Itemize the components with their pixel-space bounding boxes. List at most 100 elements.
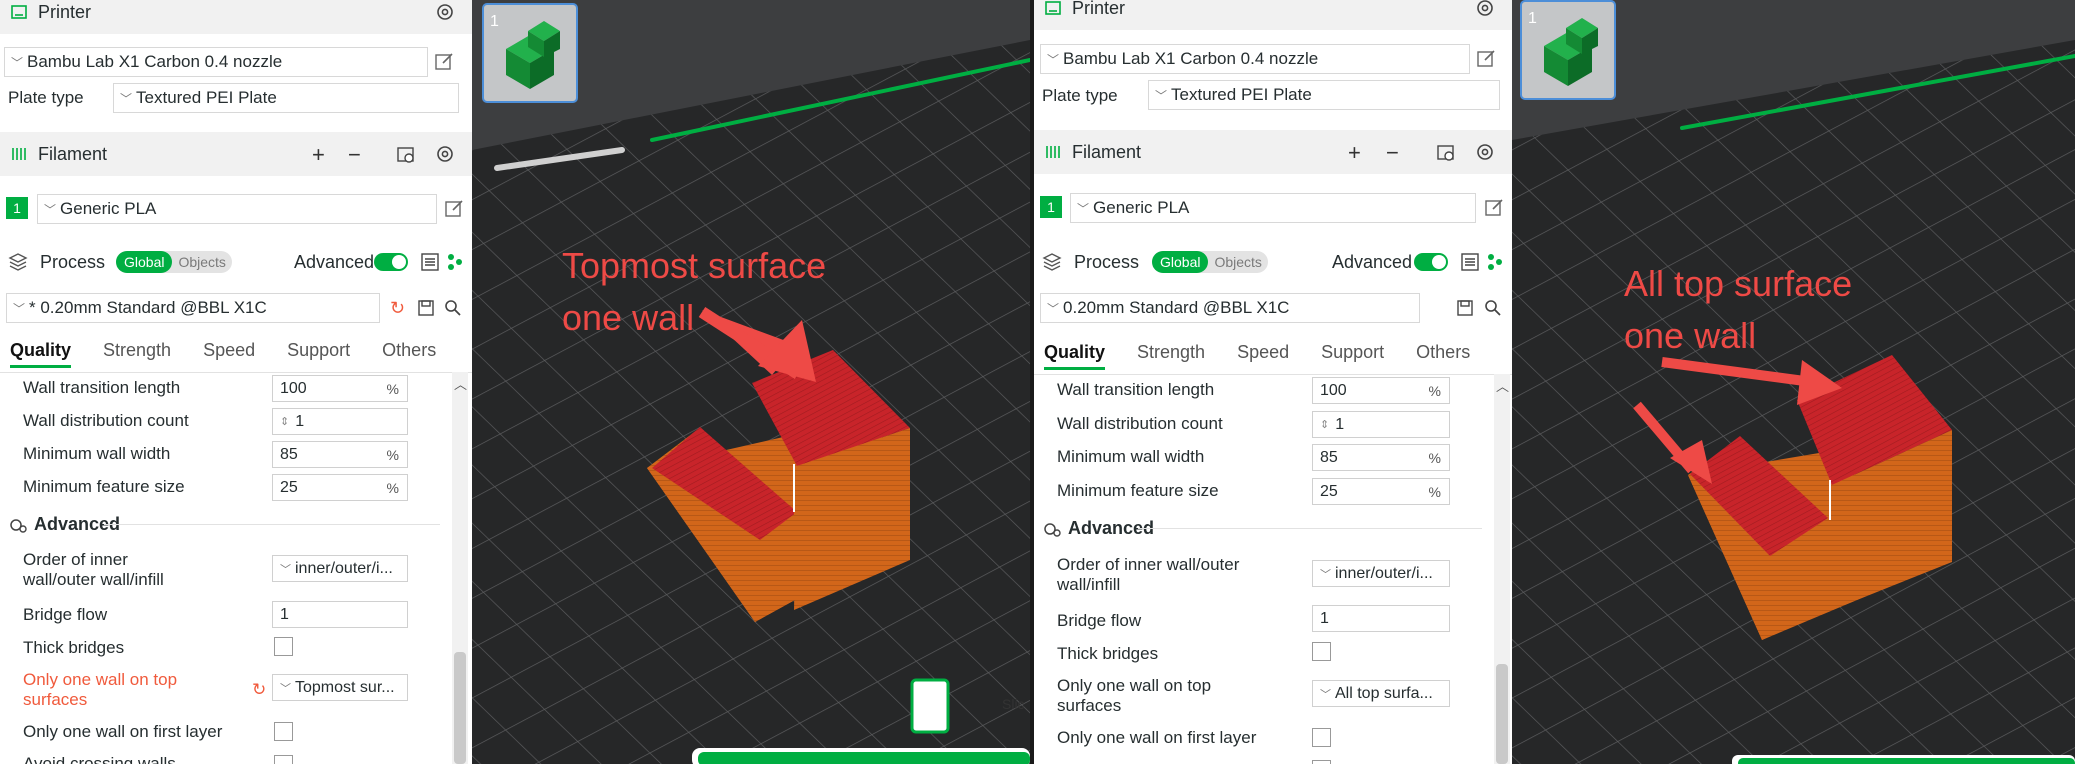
reset-preset-icon[interactable]: ↻ (390, 298, 405, 319)
plugin-icon[interactable] (446, 252, 464, 272)
wall-distribution-count-spinner[interactable]: ⇕ 1 (1312, 411, 1450, 438)
chevron-down-icon: ﹀ (1047, 52, 1060, 67)
filament-sync-icon[interactable] (396, 145, 416, 165)
compare-list-icon[interactable] (1460, 252, 1480, 272)
percent-unit: % (1428, 382, 1441, 399)
advanced-gear-icon (8, 515, 28, 535)
add-filament-icon[interactable]: + (1348, 140, 1361, 166)
thick-bridges-checkbox[interactable] (274, 637, 293, 656)
spinner-arrows-icon[interactable]: ⇕ (280, 415, 289, 428)
plugin-icon[interactable] (1486, 252, 1504, 272)
plate-thumbnail[interactable]: 1 (482, 3, 578, 103)
edit-filament-icon[interactable] (444, 199, 464, 219)
search-icon[interactable] (444, 299, 462, 317)
printer-preset-combo[interactable]: ﹀ Bambu Lab X1 Carbon 0.4 nozzle (1040, 44, 1470, 74)
3d-viewport[interactable]: 1 Topmost surface one wall Slic (472, 0, 1030, 764)
process-preset-combo[interactable]: ﹀ 0.20mm Standard @BBL X1C (1040, 293, 1420, 323)
avoid-crossing-checkbox[interactable] (274, 755, 293, 764)
tab-support[interactable]: Support (1321, 342, 1384, 370)
save-preset-icon[interactable] (1456, 299, 1474, 317)
wall-transition-length-input[interactable]: 100% (272, 375, 408, 402)
minimum-feature-size-input[interactable]: 25% (1312, 478, 1450, 505)
scrollbar-thumb[interactable] (454, 652, 466, 764)
scope-objects[interactable]: Objects (172, 254, 231, 270)
scope-switch[interactable]: Global Objects (116, 251, 232, 273)
scrollbar-thumb[interactable] (1496, 664, 1508, 764)
percent-unit: % (1428, 483, 1441, 500)
add-filament-icon[interactable]: + (312, 142, 325, 168)
printer-settings-gear-icon[interactable] (1474, 0, 1496, 19)
minimum-feature-size-input[interactable]: 25% (272, 474, 408, 501)
scope-objects[interactable]: Objects (1208, 254, 1267, 270)
scope-global[interactable]: Global (1152, 251, 1209, 273)
filament-preset-combo[interactable]: ﹀ Generic PLA (37, 194, 437, 224)
tab-others[interactable]: Others (382, 340, 436, 368)
bridge-flow-input[interactable]: 1 (272, 601, 408, 628)
only-one-wall-top-combo[interactable]: ﹀ All top surfa... (1312, 680, 1450, 707)
chevron-down-icon: ﹀ (1155, 88, 1168, 103)
filament-icon (10, 145, 28, 163)
compare-list-icon[interactable] (420, 252, 440, 272)
wall-transition-length-input[interactable]: 100% (1312, 377, 1450, 404)
tab-speed[interactable]: Speed (203, 340, 255, 368)
printer-settings-gear-icon[interactable] (434, 1, 456, 23)
printer-title: Printer (38, 1, 92, 22)
only-one-wall-first-checkbox[interactable] (274, 722, 293, 741)
wall-distribution-count-spinner[interactable]: ⇕ 1 (272, 408, 408, 435)
settings-sidebar: Printer ﹀ Bambu Lab X1 Carbon 0.4 nozzle … (1034, 0, 1512, 764)
tab-strength[interactable]: Strength (1137, 342, 1205, 370)
remove-filament-icon[interactable]: − (348, 142, 361, 168)
printer-preset-value: Bambu Lab X1 Carbon 0.4 nozzle (27, 52, 283, 71)
tab-quality[interactable]: Quality (10, 340, 72, 368)
edit-filament-icon[interactable] (1484, 198, 1504, 218)
settings-scrollbar[interactable]: ︿ (452, 372, 468, 764)
settings-scrollbar[interactable]: ︿ (1494, 374, 1510, 764)
filament-settings-gear-icon[interactable] (434, 143, 456, 165)
chevron-down-icon: ﹀ (11, 55, 24, 70)
plate-type-combo[interactable]: ﹀ Textured PEI Plate (113, 83, 459, 113)
wall-order-combo[interactable]: ﹀ inner/outer/i... (272, 555, 408, 582)
advanced-toggle[interactable] (1414, 253, 1448, 271)
bridge-flow-value: 1 (280, 605, 289, 623)
tab-quality[interactable]: Quality (1044, 342, 1106, 370)
only-one-wall-top-combo[interactable]: ﹀ Topmost sur... (272, 674, 408, 701)
tab-others[interactable]: Others (1416, 342, 1470, 370)
minimum-feature-size-value: 25 (1320, 482, 1338, 500)
filament-settings-gear-icon[interactable] (1474, 141, 1496, 163)
filament-preset-combo[interactable]: ﹀ Generic PLA (1070, 193, 1476, 223)
search-icon[interactable] (1484, 299, 1502, 317)
tab-support[interactable]: Support (287, 340, 350, 368)
bridge-flow-input[interactable]: 1 (1312, 605, 1450, 632)
spinner-arrows-icon[interactable]: ⇕ (1320, 418, 1329, 431)
printer-preset-combo[interactable]: ﹀ Bambu Lab X1 Carbon 0.4 nozzle (4, 47, 428, 77)
tab-strength[interactable]: Strength (103, 340, 171, 368)
minimum-wall-width-input[interactable]: 85% (1312, 444, 1450, 471)
scroll-up-icon[interactable]: ︿ (1496, 376, 1509, 395)
wall-order-value: inner/outer/i... (295, 559, 393, 577)
filament-sync-icon[interactable] (1436, 143, 1456, 163)
scroll-up-icon[interactable]: ︿ (454, 374, 467, 393)
plate-thumbnail[interactable]: 1 (1520, 0, 1616, 100)
advanced-toggle[interactable] (374, 253, 408, 271)
remove-filament-icon[interactable]: − (1386, 140, 1399, 166)
reset-setting-icon[interactable]: ↻ (252, 680, 266, 700)
annotation-text: All top surface one wall (1624, 258, 1852, 362)
tab-speed[interactable]: Speed (1237, 342, 1289, 370)
save-preset-icon[interactable] (417, 299, 435, 317)
process-preset-combo[interactable]: ﹀ * 0.20mm Standard @BBL X1C (6, 293, 380, 323)
avoid-crossing-checkbox[interactable] (1312, 760, 1331, 764)
plate-type-value: Textured PEI Plate (1171, 85, 1312, 104)
scope-switch[interactable]: Global Objects (1152, 251, 1268, 273)
3d-viewport[interactable]: 1 All top surface one wall (1512, 0, 2075, 764)
minimum-wall-width-input[interactable]: 85% (272, 441, 408, 468)
scope-global[interactable]: Global (116, 251, 173, 273)
thick-bridges-checkbox[interactable] (1312, 642, 1331, 661)
plate-type-combo[interactable]: ﹀ Textured PEI Plate (1148, 80, 1500, 110)
printer-icon (10, 3, 28, 21)
only-one-wall-first-checkbox[interactable] (1312, 728, 1331, 747)
plate-number: 1 (490, 13, 499, 30)
edit-printer-icon[interactable] (434, 52, 454, 72)
wall-order-combo[interactable]: ﹀ inner/outer/i... (1312, 560, 1450, 587)
edit-printer-icon[interactable] (1476, 49, 1496, 69)
slice-button[interactable]: Slic (1002, 696, 1025, 712)
